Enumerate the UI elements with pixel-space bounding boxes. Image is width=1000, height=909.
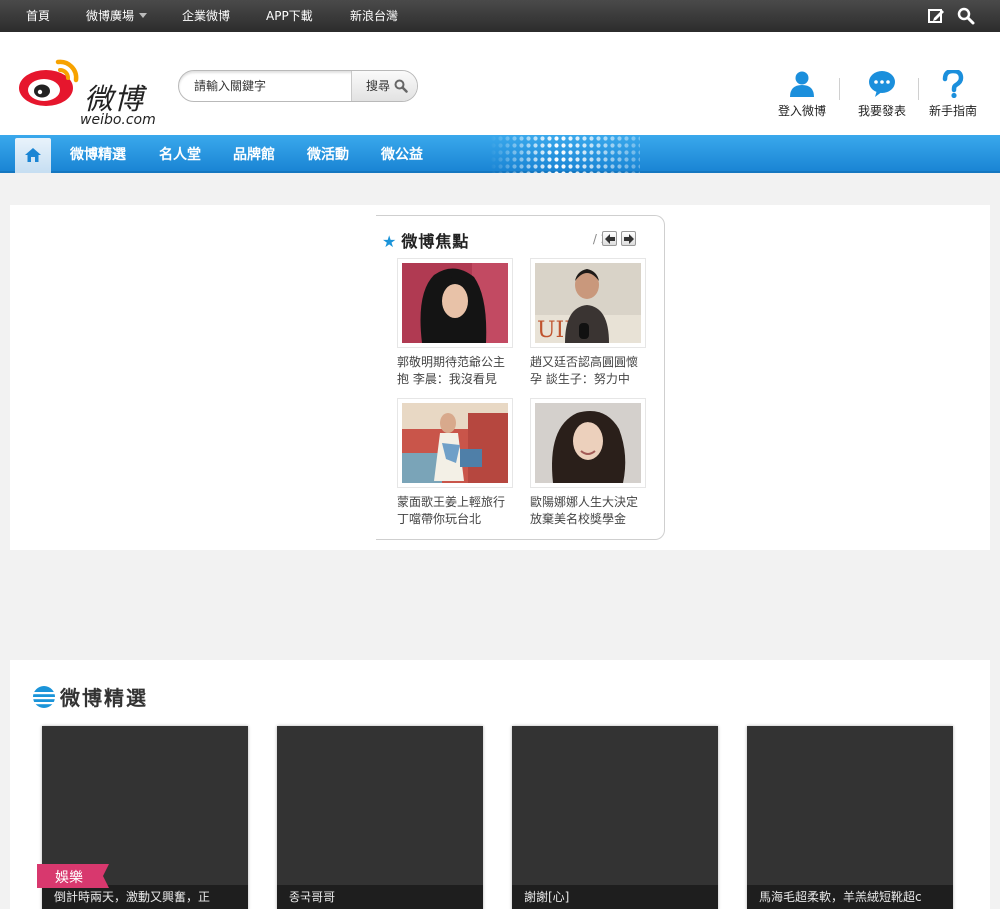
selection-title: 微博精選 (32, 682, 148, 711)
focus-item[interactable]: UIER 趙又廷否認高圓圓懷孕 談生子：努力中 (530, 258, 648, 388)
arrow-left-icon (605, 234, 615, 244)
focus-caption: 郭敬明期待范爺公主抱 李晨：我沒看見 (397, 355, 506, 386)
site-header: 微博 weibo.com 搜尋 登入微博 我要發表 新手指南 (0, 32, 1000, 135)
selection-card[interactable]: 종국哥哥 (277, 726, 483, 909)
selection-card[interactable]: 馬海毛超柔軟，羊羔絨短靴超c (747, 726, 953, 909)
guide-label: 新手指南 (928, 104, 977, 118)
focus-widget: ★微博焦點 / 20 郭敬明期待范爺公主抱 李晨：我沒看見 UIER (376, 215, 665, 540)
post-button[interactable]: 我要發表 (852, 70, 912, 119)
header-divider (918, 78, 919, 100)
focus-thumbnail (397, 258, 513, 348)
guide-button[interactable]: 新手指南 (923, 70, 983, 119)
news-photo: UIER (535, 263, 641, 343)
category-tag-label: 娛樂 (55, 870, 83, 886)
chevron-down-icon (139, 13, 148, 18)
search-icon[interactable] (957, 7, 975, 25)
search-input[interactable] (179, 71, 353, 101)
nav-home-link[interactable]: 首頁 (26, 0, 50, 32)
nav-sina-taiwan-link[interactable]: 新浪台灣 (350, 0, 398, 32)
edit-icon[interactable] (927, 7, 945, 25)
nav-app-download-link[interactable]: APP下載 (266, 0, 313, 32)
focus-caption: 趙又廷否認高圓圓懷孕 談生子：努力中 (530, 355, 639, 386)
selection-card[interactable]: 謝謝[心] (512, 726, 718, 909)
nav-weibo-square-link[interactable]: 微博廣場 (86, 0, 148, 32)
selection-title-text: 微博精選 (60, 686, 148, 710)
logo-text-en: weibo.com (80, 112, 156, 128)
post-label: 我要發表 (857, 104, 906, 118)
question-mark-icon (942, 70, 964, 98)
search-box: 搜尋 (178, 70, 418, 102)
tab-micro-charity[interactable]: 微公益 (381, 135, 423, 173)
tab-hall-of-fame[interactable]: 名人堂 (159, 135, 201, 173)
weibo-logo-icon (19, 59, 79, 106)
news-photo (402, 263, 508, 343)
focus-caption: 蒙面歌王姜上輕旅行 丁噹帶你玩台北 (397, 495, 506, 526)
home-tab[interactable] (15, 138, 51, 173)
tab-brand-hall[interactable]: 品牌館 (233, 135, 275, 173)
card-text: 馬海毛超柔軟，羊羔絨短靴超c (747, 885, 953, 909)
home-icon (25, 148, 41, 162)
focus-item[interactable]: 郭敬明期待范爺公主抱 李晨：我沒看見 (397, 258, 515, 388)
focus-thumbnail (397, 398, 513, 488)
news-photo (535, 403, 641, 483)
login-button[interactable]: 登入微博 (772, 70, 832, 119)
prev-arrow-button[interactable] (602, 231, 617, 246)
nav-enterprise-link[interactable]: 企業微博 (182, 0, 230, 32)
focus-title-text: 微博焦點 (401, 232, 470, 251)
header-divider (839, 78, 840, 100)
magnifier-icon (394, 79, 408, 93)
card-text: 謝謝[心] (512, 885, 718, 909)
focus-caption: 歐陽娜娜人生大決定 放棄美名校獎學金 (530, 495, 639, 526)
card-text: 倒計時兩天，激動又興奮，正 (42, 885, 248, 909)
card-text: 종국哥哥 (277, 885, 483, 909)
tab-micro-events[interactable]: 微活動 (307, 135, 349, 173)
focus-thumbnail (530, 398, 646, 488)
next-arrow-button[interactable] (621, 231, 636, 246)
main-nav: 微博精選 名人堂 品牌館 微活動 微公益 (0, 135, 1000, 173)
focus-title: ★ 微博焦點 (382, 228, 469, 252)
focus-item[interactable]: 蒙面歌王姜上輕旅行 丁噹帶你玩台北 (397, 398, 515, 528)
arrow-right-icon (624, 234, 634, 244)
search-button[interactable]: 搜尋 (351, 71, 417, 101)
category-tag: 娛樂 (37, 864, 109, 888)
nav-weibo-square-label: 微博廣場 (86, 9, 135, 23)
top-bar: 首頁 微博廣場 企業微博 APP下載 新浪台灣 (0, 0, 1000, 32)
weibo-logo[interactable]: 微博 weibo.com (18, 54, 168, 128)
news-photo (402, 403, 508, 483)
halftone-decoration (490, 135, 640, 173)
star-icon: ★ (382, 232, 398, 251)
globe-stripes-icon (32, 686, 56, 708)
focus-thumbnail: UIER (530, 258, 646, 348)
tab-weibo-selection[interactable]: 微博精選 (70, 135, 126, 173)
user-icon (790, 71, 814, 97)
search-button-label: 搜尋 (366, 79, 391, 93)
focus-item[interactable]: 歐陽娜娜人生大決定 放棄美名校獎學金 (530, 398, 648, 528)
login-label: 登入微博 (777, 104, 826, 118)
speech-bubble-icon (869, 71, 895, 97)
